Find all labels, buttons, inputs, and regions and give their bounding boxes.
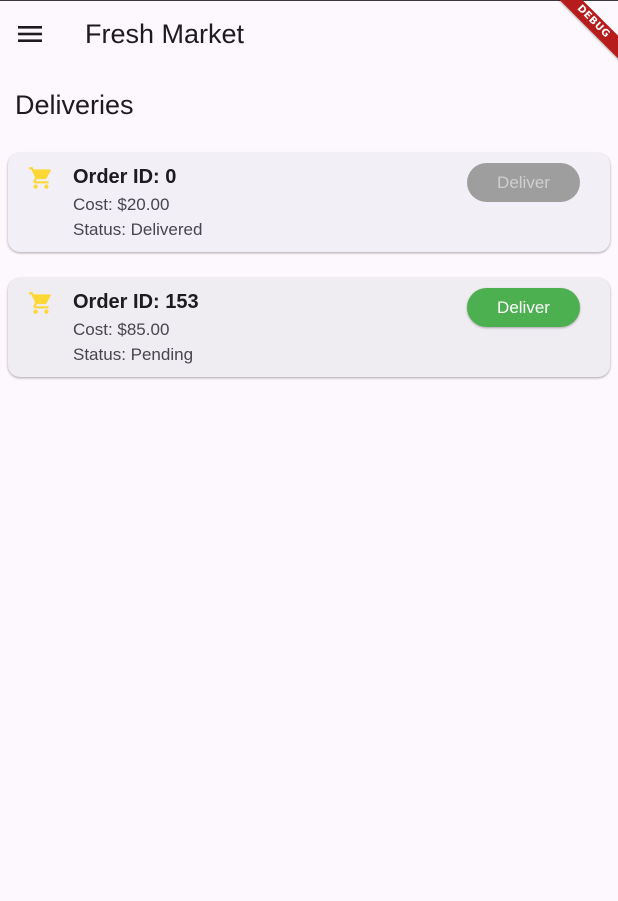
app-title: Fresh Market bbox=[85, 19, 245, 49]
order-status: Status: Delivered bbox=[73, 220, 203, 239]
page-title: Deliveries bbox=[15, 90, 134, 120]
menu-button[interactable] bbox=[6, 10, 54, 58]
order-id: Order ID: 0 bbox=[73, 166, 177, 188]
app-bar: Fresh Market bbox=[0, 1, 618, 65]
deliver-button[interactable]: Deliver bbox=[467, 288, 580, 327]
order-card: Order ID: 153 Cost: $85.00 Status: Pendi… bbox=[8, 278, 610, 377]
order-cost: Cost: $85.00 bbox=[73, 320, 170, 339]
shopping-cart-icon bbox=[29, 292, 51, 314]
menu-icon bbox=[18, 26, 42, 42]
order-cost: Cost: $20.00 bbox=[73, 195, 170, 214]
order-id: Order ID: 153 bbox=[73, 291, 199, 313]
order-card: Order ID: 0 Cost: $20.00 Status: Deliver… bbox=[8, 153, 610, 252]
deliver-button[interactable]: Deliver bbox=[467, 163, 580, 202]
shopping-cart-icon bbox=[29, 167, 51, 189]
order-status: Status: Pending bbox=[73, 345, 194, 364]
order-list: Order ID: 0 Cost: $20.00 Status: Deliver… bbox=[8, 153, 610, 403]
